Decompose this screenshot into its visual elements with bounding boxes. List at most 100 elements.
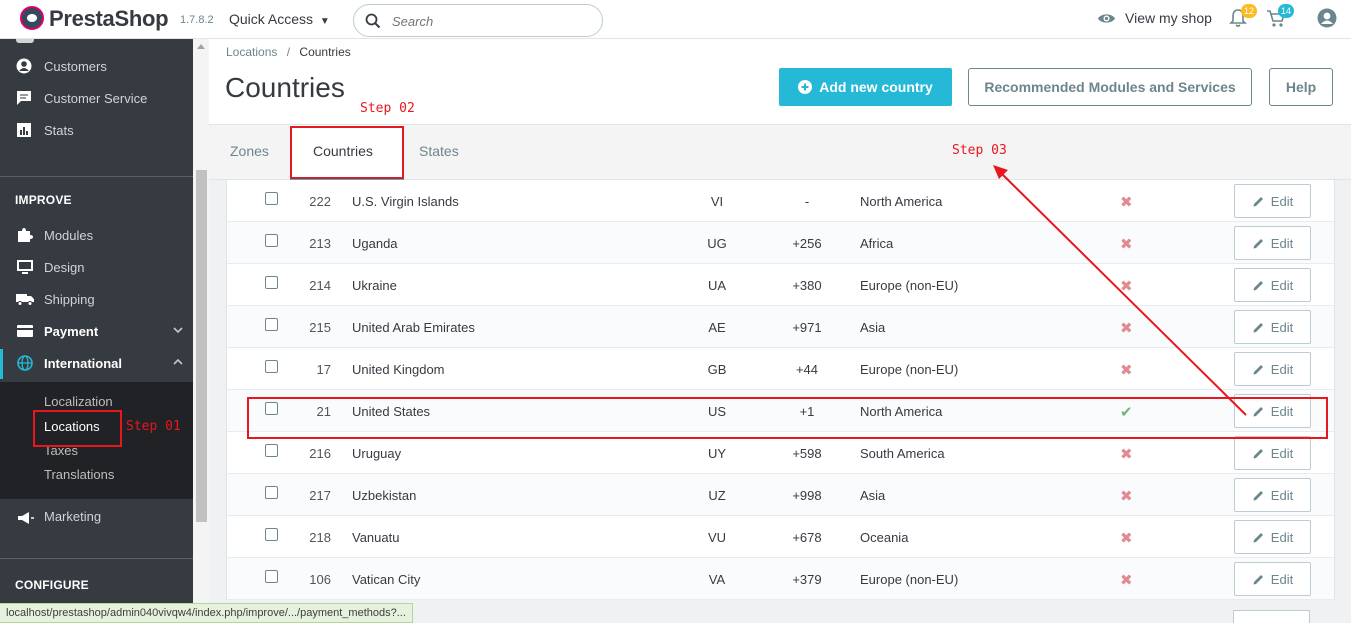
country-name: Ukraine	[352, 278, 397, 293]
search-input[interactable]	[392, 12, 592, 30]
sidebar-item-shipping[interactable]: Shipping	[0, 283, 193, 315]
table-row[interactable]: 213 Uganda UG +256 Africa ✖ Edit	[227, 222, 1334, 264]
table-row[interactable]: 21 United States US +1 North America ✔ Edit	[227, 390, 1334, 432]
view-shop-link[interactable]: View my shop	[1097, 10, 1212, 26]
brand-name[interactable]: PrestaShop	[49, 6, 169, 32]
country-name: U.S. Virgin Islands	[352, 194, 459, 209]
call-prefix: +598	[792, 446, 822, 461]
edit-button[interactable]: Edit	[1234, 436, 1311, 470]
eye-icon	[1098, 13, 1115, 23]
zone-name: North America	[860, 404, 943, 419]
submenu-item-translations[interactable]: Translations	[44, 467, 114, 482]
tab-countries[interactable]: Countries	[313, 143, 373, 159]
table-row[interactable]: 214 Ukraine UA +380 Europe (non-EU) ✖ Edit	[227, 264, 1334, 306]
cross-icon[interactable]: ✖	[1120, 361, 1133, 379]
table-row[interactable]: 222 U.S. Virgin Islands VI - North America ✖ E…	[227, 180, 1334, 222]
sidebar-item-stats[interactable]: Stats	[0, 114, 193, 146]
edit-button[interactable]: Edit	[1234, 520, 1311, 554]
cross-icon[interactable]: ✖	[1120, 529, 1133, 547]
row-checkbox[interactable]	[265, 444, 278, 457]
add-new-country-button[interactable]: Add new country	[779, 68, 952, 106]
search-field[interactable]	[353, 4, 603, 37]
edit-button-partial[interactable]	[1233, 610, 1310, 623]
help-button[interactable]: Help	[1269, 68, 1333, 106]
country-id: 217	[309, 488, 331, 503]
sidebar-item-design[interactable]: Design	[0, 251, 193, 283]
sidebar-item-label: Modules	[44, 228, 94, 243]
row-checkbox[interactable]	[265, 402, 278, 415]
edit-button[interactable]: Edit	[1234, 478, 1311, 512]
edit-button[interactable]: Edit	[1234, 226, 1311, 260]
edit-button[interactable]: Edit	[1234, 394, 1311, 428]
edit-button[interactable]: Edit	[1234, 268, 1311, 302]
row-checkbox[interactable]	[265, 192, 278, 205]
prestashop-logo-icon[interactable]	[20, 6, 44, 30]
cross-icon[interactable]: ✖	[1120, 235, 1133, 253]
cross-icon[interactable]: ✖	[1120, 487, 1133, 505]
zone-name: Europe (non-EU)	[860, 278, 959, 293]
tab-zones[interactable]: Zones	[230, 143, 269, 159]
submenu-item-localization[interactable]: Localization	[44, 394, 113, 409]
call-prefix: -	[804, 194, 810, 209]
search-icon	[365, 13, 381, 29]
table-row[interactable]: 106 Vatican City VA +379 Europe (non-EU) ✖ Edi…	[227, 558, 1334, 600]
cross-icon[interactable]: ✖	[1120, 445, 1133, 463]
cross-icon[interactable]: ✖	[1120, 277, 1133, 295]
row-checkbox[interactable]	[265, 486, 278, 499]
pencil-icon	[1253, 448, 1263, 458]
row-checkbox[interactable]	[265, 234, 278, 247]
edit-button[interactable]: Edit	[1234, 310, 1311, 344]
sidebar-item-marketing[interactable]: Marketing	[0, 499, 193, 539]
row-checkbox[interactable]	[265, 360, 278, 373]
zone-name: Europe (non-EU)	[860, 362, 959, 377]
table-row[interactable]: 217 Uzbekistan UZ +998 Asia ✖ Edit	[227, 474, 1334, 516]
row-checkbox[interactable]	[265, 528, 278, 541]
breadcrumb-parent[interactable]: Locations	[226, 45, 277, 59]
iso-code: AE	[708, 320, 726, 335]
sidebar-item-customers[interactable]: Customers	[0, 50, 193, 82]
edit-button[interactable]: Edit	[1234, 352, 1311, 386]
card-icon	[17, 325, 33, 337]
sidebar-item-label: International	[44, 356, 123, 371]
table-row[interactable]: 218 Vanuatu VU +678 Oceania ✖ Edit	[227, 516, 1334, 558]
app-root: PrestaShop 1.7.8.2 Quick Access ▼ View m…	[0, 0, 1351, 623]
table-row[interactable]: 216 Uruguay UY +598 South America ✖ Edit	[227, 432, 1334, 474]
sidebar-item-modules[interactable]: Modules	[0, 219, 193, 251]
sidebar-scrollbar-thumb[interactable]	[196, 170, 207, 522]
table-row[interactable]: 215 United Arab Emirates AE +971 Asia ✖ Edit	[227, 306, 1334, 348]
scroll-up-arrow-icon[interactable]	[197, 44, 205, 49]
breadcrumb-current: Countries	[299, 45, 351, 59]
top-bar: PrestaShop 1.7.8.2 Quick Access ▼ View m…	[0, 0, 1351, 39]
country-id: 214	[309, 278, 331, 293]
zone-name: North America	[860, 194, 943, 209]
cross-icon[interactable]: ✖	[1120, 319, 1133, 337]
notifications-button[interactable]: 12	[1229, 4, 1258, 33]
pencil-icon	[1253, 280, 1263, 290]
puzzle-icon	[18, 228, 33, 242]
row-checkbox[interactable]	[265, 318, 278, 331]
table-row[interactable]: 17 United Kingdom GB +44 Europe (non-EU) ✖ Edi…	[227, 348, 1334, 390]
sidebar-item-payment[interactable]: Payment	[0, 315, 193, 347]
cross-icon[interactable]: ✖	[1120, 571, 1133, 589]
check-icon[interactable]: ✔	[1120, 403, 1133, 421]
row-checkbox[interactable]	[265, 570, 278, 583]
sidebar-item-international[interactable]: International	[0, 347, 193, 379]
tab-states[interactable]: States	[419, 143, 459, 159]
chevron-down-icon	[173, 327, 183, 334]
edit-button[interactable]: Edit	[1234, 562, 1311, 596]
edit-button[interactable]: Edit	[1234, 184, 1311, 218]
quick-access-dropdown[interactable]: Quick Access ▼	[229, 11, 330, 27]
cross-icon[interactable]: ✖	[1120, 193, 1133, 211]
orders-badge: 14	[1278, 4, 1295, 18]
zone-name: Asia	[860, 488, 886, 503]
orders-button[interactable]: 14	[1266, 4, 1295, 33]
call-prefix: +44	[795, 362, 819, 377]
sidebar-item-customer-service[interactable]: Customer Service	[0, 82, 193, 114]
row-checkbox[interactable]	[265, 276, 278, 289]
submenu-item-locations[interactable]: Locations	[44, 419, 100, 434]
submenu-item-taxes[interactable]: Taxes	[44, 443, 78, 458]
monitor-icon	[17, 260, 33, 274]
call-prefix: +256	[792, 236, 822, 251]
recommended-modules-button[interactable]: Recommended Modules and Services	[968, 68, 1252, 106]
user-menu-button[interactable]	[1317, 8, 1337, 33]
